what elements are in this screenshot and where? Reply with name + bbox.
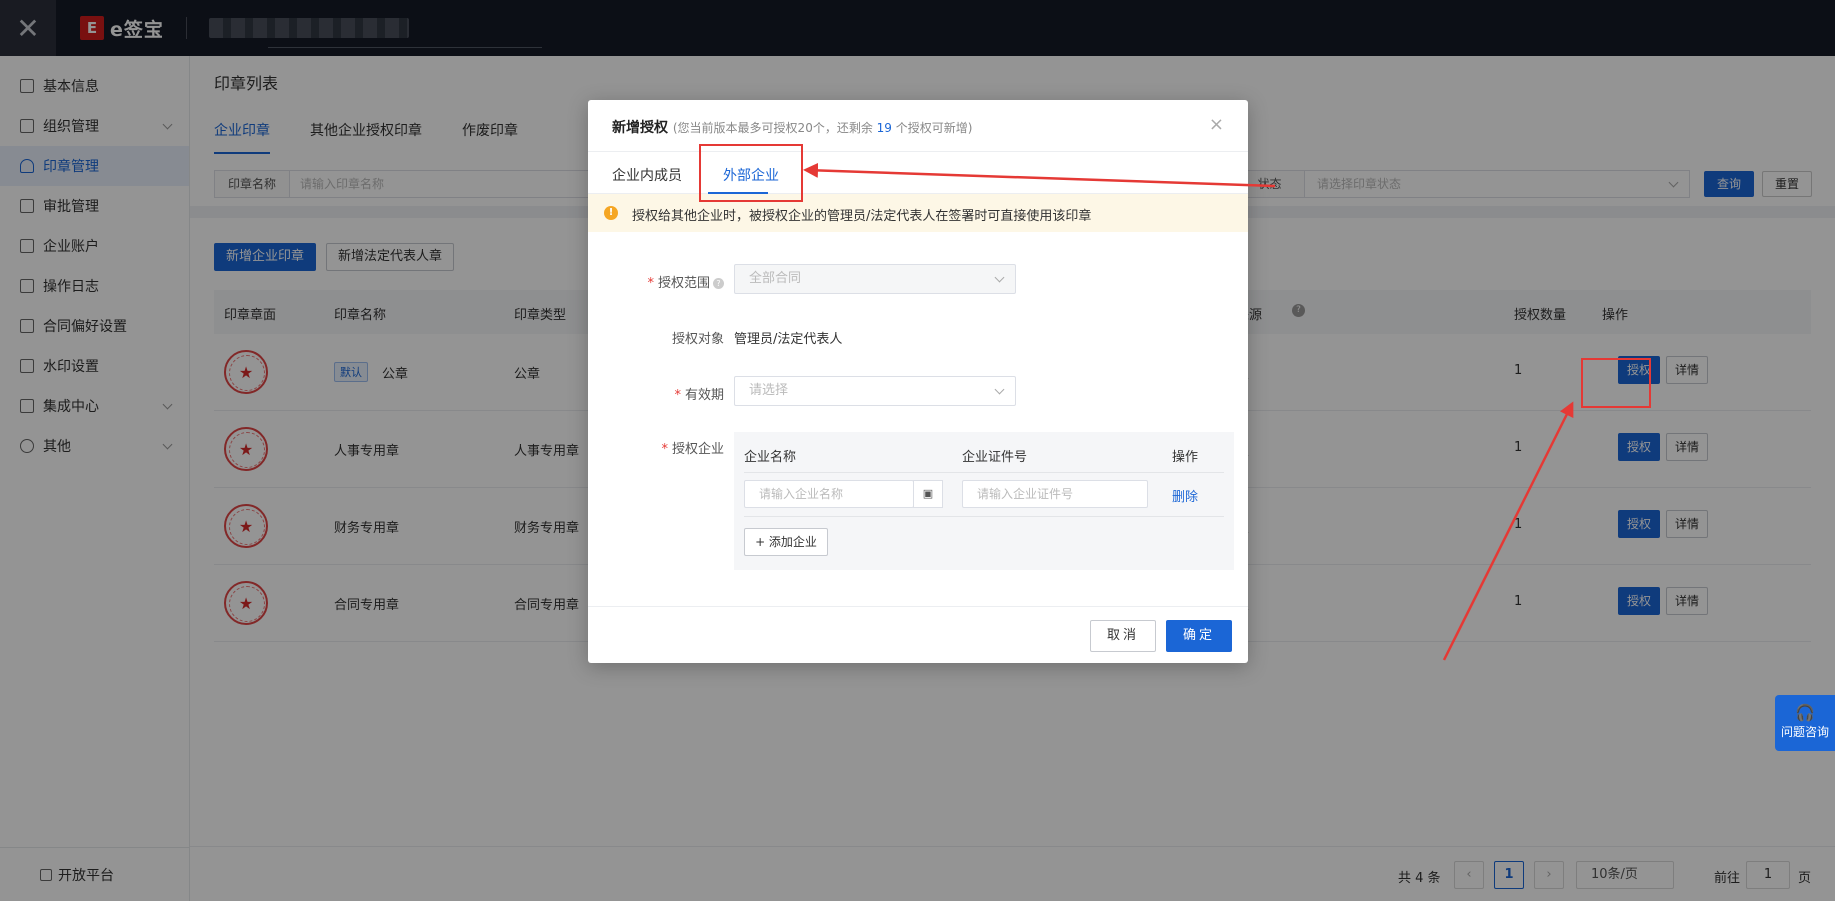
company-label: * 授权企业	[661, 438, 724, 457]
company-label-text: 授权企业	[671, 442, 724, 457]
company-table: 企业名称 企业证件号 操作 请输入企业名称 ▣ 请输入企业证件号 删除 + 添加…	[734, 432, 1234, 570]
add-company-button[interactable]: + 添加企业	[744, 528, 828, 556]
required-mark: *	[661, 442, 668, 457]
quota-remaining: 19	[876, 121, 892, 135]
scope-label-text: 授权范围	[657, 276, 710, 291]
col-company-actions: 操作	[1172, 450, 1199, 465]
target-value: 管理员/法定代表人	[734, 332, 843, 347]
divider	[744, 472, 1224, 473]
cancel-button[interactable]: 取消	[1090, 620, 1156, 652]
highlight-box-external-tab	[699, 144, 803, 202]
scope-label: * 授权范围?	[647, 272, 724, 291]
col-company-id: 企业证件号	[962, 450, 1028, 465]
dialog-title: 新增授权 (您当前版本最多可授权20个，还剩余 19 个授权可新增)	[612, 117, 972, 137]
quota-note-prefix: (您当前版本最多可授权20个，还剩余	[672, 121, 877, 135]
col-company-name: 企业名称	[744, 450, 797, 465]
dialog-header: 新增授权 (您当前版本最多可授权20个，还剩余 19 个授权可新增) ×	[588, 100, 1248, 152]
company-name-input[interactable]: 请输入企业名称	[744, 480, 914, 508]
highlight-box-authorize	[1581, 358, 1651, 408]
validity-placeholder: 请选择	[749, 383, 789, 398]
confirm-button[interactable]: 确定	[1166, 620, 1232, 652]
notice-banner: ! 授权给其他企业时，被授权企业的管理员/法定代表人在签署时可直接使用该印章	[588, 194, 1248, 232]
delete-company-link[interactable]: 删除	[1172, 486, 1198, 505]
add-authorization-dialog: 新增授权 (您当前版本最多可授权20个，还剩余 19 个授权可新增) × 企业内…	[588, 100, 1248, 663]
company-id-input[interactable]: 请输入企业证件号	[962, 480, 1148, 508]
quota-note: (您当前版本最多可授权20个，还剩余 19 个授权可新增)	[673, 121, 973, 135]
dialog-tabs: 企业内成员 外部企业	[588, 152, 1248, 194]
validity-label-text: 有效期	[684, 388, 724, 403]
close-icon[interactable]: ×	[1209, 114, 1224, 135]
quota-note-suffix: 个授权可新增)	[891, 121, 973, 135]
dialog-footer: 取消 确定	[588, 606, 1248, 663]
validity-select[interactable]: 请选择	[734, 376, 1016, 406]
warning-icon: !	[604, 206, 618, 220]
scope-value: 全部合同	[749, 271, 802, 286]
help-consult-button[interactable]: 🎧 问题咨询	[1775, 695, 1835, 751]
headset-icon: 🎧	[1795, 703, 1815, 722]
help-icon[interactable]: ?	[713, 278, 724, 289]
help-label: 问题咨询	[1780, 725, 1829, 739]
dialog-title-text: 新增授权	[612, 120, 668, 136]
dialog-form: * 授权范围? 全部合同 授权对象 管理员/法定代表人 * 有效期 请选择 * 授权企…	[588, 232, 1248, 602]
tab-internal-members[interactable]: 企业内成员	[612, 165, 682, 185]
chevron-down-icon	[994, 384, 1005, 395]
chevron-down-icon	[994, 272, 1005, 283]
validity-label: * 有效期	[674, 384, 724, 403]
divider	[744, 516, 1224, 517]
scope-select: 全部合同	[734, 264, 1016, 294]
company-picker-icon[interactable]: ▣	[913, 480, 943, 508]
notice-text: 授权给其他企业时，被授权企业的管理员/法定代表人在签署时可直接使用该印章	[632, 209, 1092, 224]
required-mark: *	[674, 388, 681, 403]
required-mark: *	[647, 276, 654, 291]
target-label: 授权对象	[671, 332, 724, 347]
